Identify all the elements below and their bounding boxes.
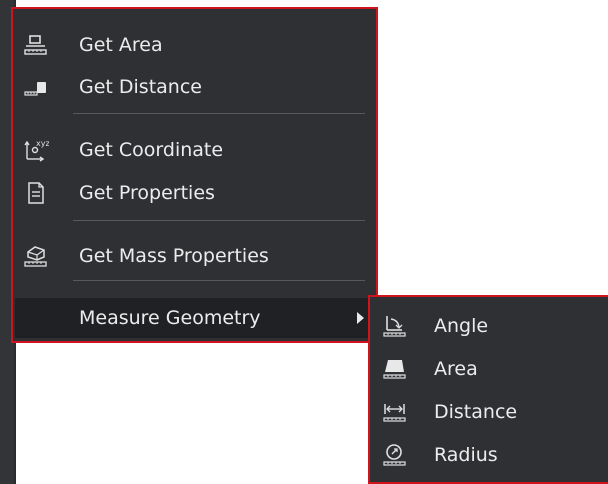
mass-properties-icon xyxy=(23,244,49,268)
menu-item-get-distance[interactable]: Get Distance xyxy=(15,67,376,107)
submenu-item-label: Radius xyxy=(434,444,498,466)
menu-separator xyxy=(73,220,365,221)
submenu-item-label: Area xyxy=(434,358,478,380)
submenu-item-label: Angle xyxy=(434,315,489,337)
menu-item-get-mass-properties[interactable]: Get Mass Properties xyxy=(15,236,376,276)
menu-item-label: Get Coordinate xyxy=(79,139,224,161)
angle-measure-icon xyxy=(382,314,408,338)
svg-text:xyz: xyz xyxy=(36,139,49,148)
radius-measure-icon xyxy=(382,443,408,467)
screen: Get Area Get Distance xyz Get Coordinate… xyxy=(0,0,608,484)
menu-item-label: Get Area xyxy=(79,34,163,56)
submenu-item-radius[interactable]: Radius xyxy=(372,435,608,475)
menu-item-label: Get Properties xyxy=(79,182,215,204)
area-ruler-icon xyxy=(23,33,49,57)
area-measure-icon xyxy=(382,357,408,381)
menu-separator xyxy=(73,113,365,114)
submenu-item-label: Distance xyxy=(434,401,518,423)
properties-document-icon xyxy=(23,181,49,205)
submenu-item-distance[interactable]: Distance xyxy=(372,392,608,432)
submenu-item-angle[interactable]: Angle xyxy=(372,306,608,346)
menu-item-label: Get Mass Properties xyxy=(79,245,269,267)
xyz-coordinate-icon: xyz xyxy=(23,138,49,162)
menu-separator xyxy=(73,280,365,281)
menu-item-get-properties[interactable]: Get Properties xyxy=(15,173,376,213)
menu-item-label: Get Distance xyxy=(79,76,202,98)
menu-item-get-coordinate[interactable]: xyz Get Coordinate xyxy=(15,130,376,170)
submenu-item-area[interactable]: Area xyxy=(372,349,608,389)
menu-item-label: Measure Geometry xyxy=(79,307,261,329)
distance-measure-icon xyxy=(382,400,408,424)
submenu-arrow-icon xyxy=(357,312,364,324)
menu-item-get-area[interactable]: Get Area xyxy=(15,25,376,65)
menu-item-measure-geometry[interactable]: Measure Geometry xyxy=(15,298,376,338)
measure-geometry-submenu: Angle Area Distance Radius xyxy=(368,295,608,484)
distance-ruler-icon xyxy=(23,75,49,99)
context-menu: Get Area Get Distance xyz Get Coordinate… xyxy=(11,7,378,343)
